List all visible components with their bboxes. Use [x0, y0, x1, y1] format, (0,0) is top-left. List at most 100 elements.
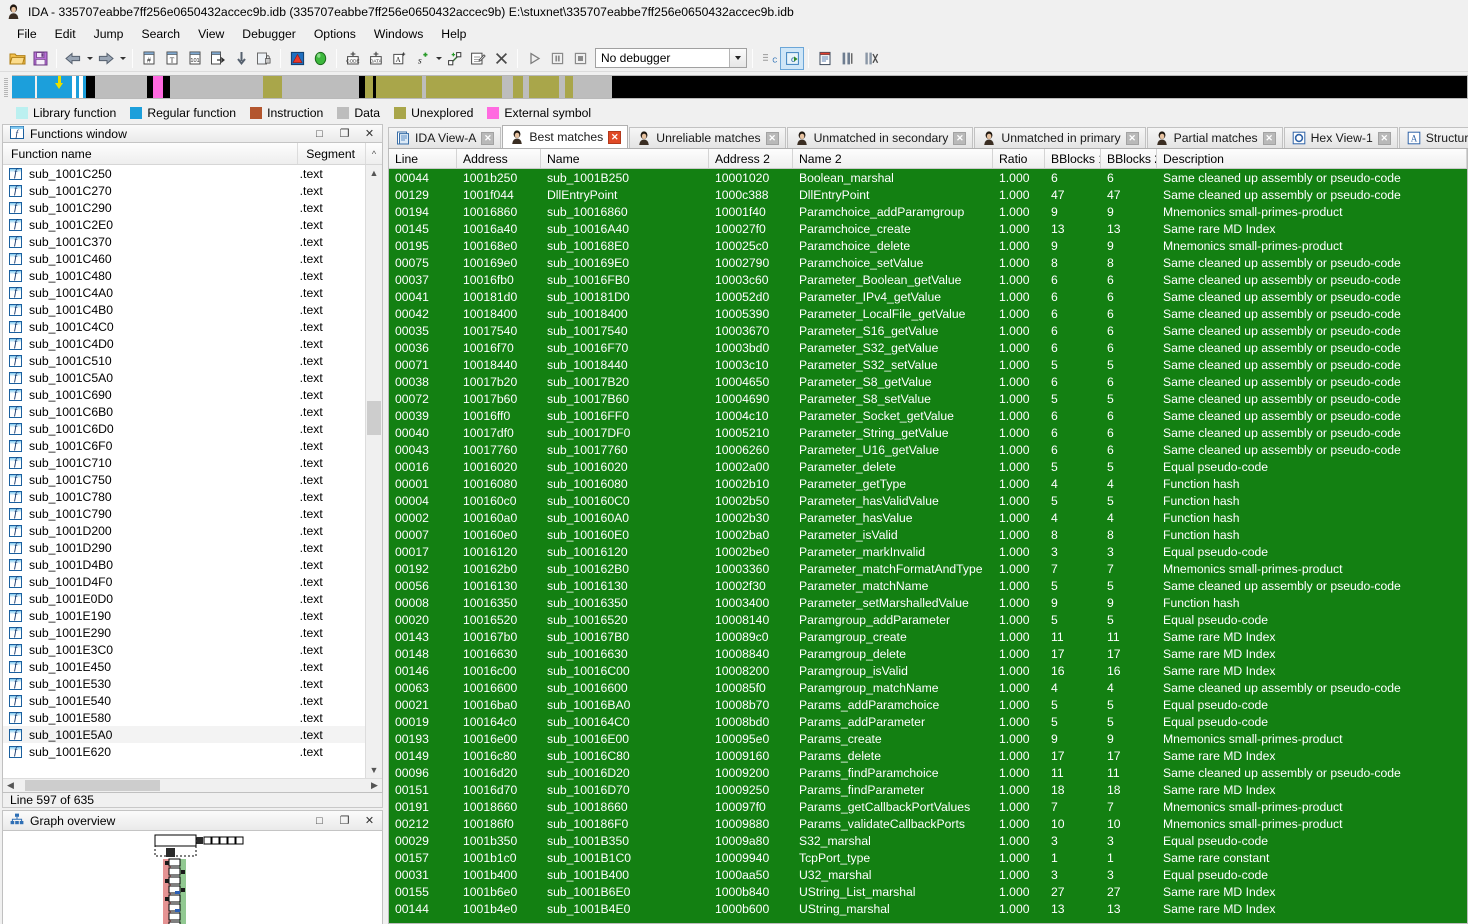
function-list-row[interactable]: sub_1001C780 .text — [3, 488, 365, 505]
function-list-row[interactable]: sub_1001E3C0 .text — [3, 641, 365, 658]
table-row[interactable]: 00017 10016120 sub_10016120 10002be0 Paramet… — [389, 543, 1467, 560]
function-list-row[interactable]: sub_1001C790 .text — [3, 505, 365, 522]
table-row[interactable]: 00036 10016f70 sub_10016F70 10003bd0 Paramet… — [389, 339, 1467, 356]
graph-overview-canvas[interactable] — [2, 831, 383, 924]
menu-file[interactable]: File — [8, 25, 46, 43]
sort-ascending-icon[interactable]: ^ — [366, 143, 382, 164]
string-type-dropdown-icon[interactable] — [434, 48, 443, 68]
table-row[interactable]: 00149 10016c80 sub_10016C80 10009160 Params_… — [389, 747, 1467, 764]
tab-hex-view-1[interactable]: Hex View-1 ✕ — [1283, 127, 1398, 148]
status-ok-icon[interactable] — [309, 48, 331, 69]
close-icon[interactable]: ✕ — [481, 131, 495, 145]
function-list-row[interactable]: sub_1001E580 .text — [3, 709, 365, 726]
menu-edit[interactable]: Edit — [46, 25, 85, 43]
close-icon[interactable]: ✕ — [1377, 131, 1391, 145]
panel-close-button[interactable]: ✕ — [360, 125, 379, 142]
function-list-row[interactable]: sub_1001E290 .text — [3, 624, 365, 641]
close-icon[interactable]: ✕ — [953, 131, 967, 145]
functions-hscroll-thumb[interactable] — [25, 780, 160, 791]
panel-restore-button[interactable]: ❐ — [335, 812, 354, 829]
function-list-row[interactable]: sub_1001C290 .text — [3, 199, 365, 216]
table-row[interactable]: 00038 10017b20 sub_10017B20 10004650 Paramet… — [389, 373, 1467, 390]
menu-debugger[interactable]: Debugger — [233, 25, 305, 43]
navigation-band[interactable] — [12, 75, 1468, 99]
table-row[interactable]: 00041 100181d0 sub_100181D0 100052d0 Paramet… — [389, 288, 1467, 305]
table-row[interactable]: 00056 10016130 sub_10016130 10002f30 Paramet… — [389, 577, 1467, 594]
functions-vscroll-thumb[interactable] — [367, 401, 381, 435]
tab-ida-view-a[interactable]: IDA View-A ✕ — [388, 127, 502, 148]
warning-icon[interactable] — [286, 48, 308, 69]
function-list-row[interactable]: sub_1001C5A0 .text — [3, 369, 365, 386]
table-row[interactable]: 00008 10016350 sub_10016350 10003400 Paramet… — [389, 594, 1467, 611]
table-row[interactable]: 00144 1001b4e0 sub_1001B4E0 1000b600 UString… — [389, 900, 1467, 917]
function-list-row[interactable]: sub_1001C6B0 .text — [3, 403, 365, 420]
column-header-bblocks-1[interactable]: BBlocks 1 — [1045, 149, 1101, 168]
menu-jump[interactable]: Jump — [85, 25, 133, 43]
forward-history-dropdown-icon[interactable] — [118, 48, 127, 68]
edit-function-icon[interactable] — [467, 48, 489, 69]
navband-grip-handle[interactable] — [0, 75, 12, 99]
navband-cursor-icon[interactable] — [54, 76, 64, 90]
function-list-row[interactable]: sub_1001E190 .text — [3, 607, 365, 624]
table-row[interactable]: 00020 10016520 sub_10016520 10008140 Paramgr… — [389, 611, 1467, 628]
function-list-row[interactable]: sub_1001D290 .text — [3, 539, 365, 556]
table-row[interactable]: 00016 10016020 sub_10016020 10002a00 Paramet… — [389, 458, 1467, 475]
function-list-row[interactable]: sub_1001E530 .text — [3, 675, 365, 692]
table-row[interactable]: 00043 10017760 sub_10017760 10006260 Paramet… — [389, 441, 1467, 458]
function-list-row[interactable]: sub_1001E0D0 .text — [3, 590, 365, 607]
tab-structure[interactable]: A Structure — [1398, 127, 1468, 148]
table-row[interactable]: 00044 1001b250 sub_1001B250 10001020 Boolean… — [389, 169, 1467, 186]
functions-horizontal-scrollbar[interactable]: ◀ ▶ — [3, 778, 382, 792]
table-row[interactable]: 00029 1001b350 sub_1001B350 10009a80 S32_mar… — [389, 832, 1467, 849]
function-list-row[interactable]: sub_1001C690 .text — [3, 386, 365, 403]
menu-options[interactable]: Options — [305, 25, 365, 43]
navigate-forward-icon[interactable] — [95, 48, 117, 69]
table-row[interactable]: 00042 10018400 sub_10018400 10005390 Paramet… — [389, 305, 1467, 322]
pause-debugger-icon[interactable] — [546, 48, 568, 69]
table-row[interactable]: 00071 10018440 sub_10018440 10003c10 Paramet… — [389, 356, 1467, 373]
function-list-row[interactable]: sub_1001C370 .text — [3, 233, 365, 250]
save-idb-icon[interactable] — [29, 48, 51, 69]
table-row[interactable]: 00031 1001b400 sub_1001B400 1000aa50 U32_mar… — [389, 866, 1467, 883]
table-row[interactable]: 00195 100168e0 sub_100168E0 100025c0 Paramch… — [389, 237, 1467, 254]
table-row[interactable]: 00039 10016ff0 sub_10016FF0 10004c10 Paramet… — [389, 407, 1467, 424]
delete-breakpoints-icon[interactable] — [860, 48, 882, 69]
function-list-row[interactable]: sub_1001C4D0 .text — [3, 335, 365, 352]
tab-unmatched-in-primary[interactable]: Unmatched in primary ✕ — [974, 127, 1146, 148]
menu-windows[interactable]: Windows — [365, 25, 432, 43]
column-header-address[interactable]: Address — [457, 149, 541, 168]
close-icon[interactable]: ✕ — [608, 130, 622, 144]
functions-vertical-scrollbar[interactable]: ▲ ▼ — [365, 165, 382, 778]
function-list-row[interactable]: sub_1001C4B0 .text — [3, 301, 365, 318]
make-data-icon[interactable]: DATA — [365, 48, 387, 69]
open-subviews-icon[interactable] — [814, 48, 836, 69]
function-list-row[interactable]: sub_1001C460 .text — [3, 250, 365, 267]
menu-view[interactable]: View — [189, 25, 233, 43]
tab-best-matches[interactable]: Best matches ✕ — [502, 125, 629, 148]
close-icon[interactable]: ✕ — [1262, 131, 1276, 145]
panel-maximize-button[interactable]: □ — [310, 812, 329, 829]
function-list-row[interactable]: sub_1001C2E0 .text — [3, 216, 365, 233]
table-row[interactable]: 00146 10016c00 sub_10016C00 10008200 Paramgr… — [389, 662, 1467, 679]
scroll-left-icon[interactable]: ◀ — [3, 779, 18, 792]
function-list-row[interactable]: sub_1001C6D0 .text — [3, 420, 365, 437]
panel-close-button[interactable]: ✕ — [360, 812, 379, 829]
function-list-row[interactable]: sub_1001D4F0 .text — [3, 573, 365, 590]
table-row[interactable]: 00143 100167b0 sub_100167B0 100089c0 Paramgr… — [389, 628, 1467, 645]
table-row[interactable]: 00191 10018660 sub_10018660 100097f0 Params_… — [389, 798, 1467, 815]
function-list-row[interactable]: sub_1001C710 .text — [3, 454, 365, 471]
function-list-row[interactable]: sub_1001D4B0 .text — [3, 556, 365, 573]
table-row[interactable]: 00212 100186f0 sub_100186F0 10009880 Params_… — [389, 815, 1467, 832]
table-row[interactable]: 00037 10016fb0 sub_10016FB0 10003c60 Paramet… — [389, 271, 1467, 288]
jump-to-problem-icon[interactable] — [253, 48, 275, 69]
table-row[interactable]: 00096 10016d20 sub_10016D20 10009200 Params_… — [389, 764, 1467, 781]
jump-to-address-icon[interactable]: # — [138, 48, 160, 69]
column-header-name-2[interactable]: Name 2 — [793, 149, 993, 168]
table-row[interactable]: 00040 10017df0 sub_10017DF0 10005210 Paramet… — [389, 424, 1467, 441]
open-idb-icon[interactable] — [6, 48, 28, 69]
function-list-row[interactable]: sub_1001C4C0 .text — [3, 318, 365, 335]
column-header-name[interactable]: Name — [541, 149, 709, 168]
function-list-row[interactable]: sub_1001C250 .text — [3, 165, 365, 182]
function-list-row[interactable]: sub_1001E5A0 .text — [3, 726, 365, 743]
panel-restore-button[interactable]: ❐ — [335, 125, 354, 142]
